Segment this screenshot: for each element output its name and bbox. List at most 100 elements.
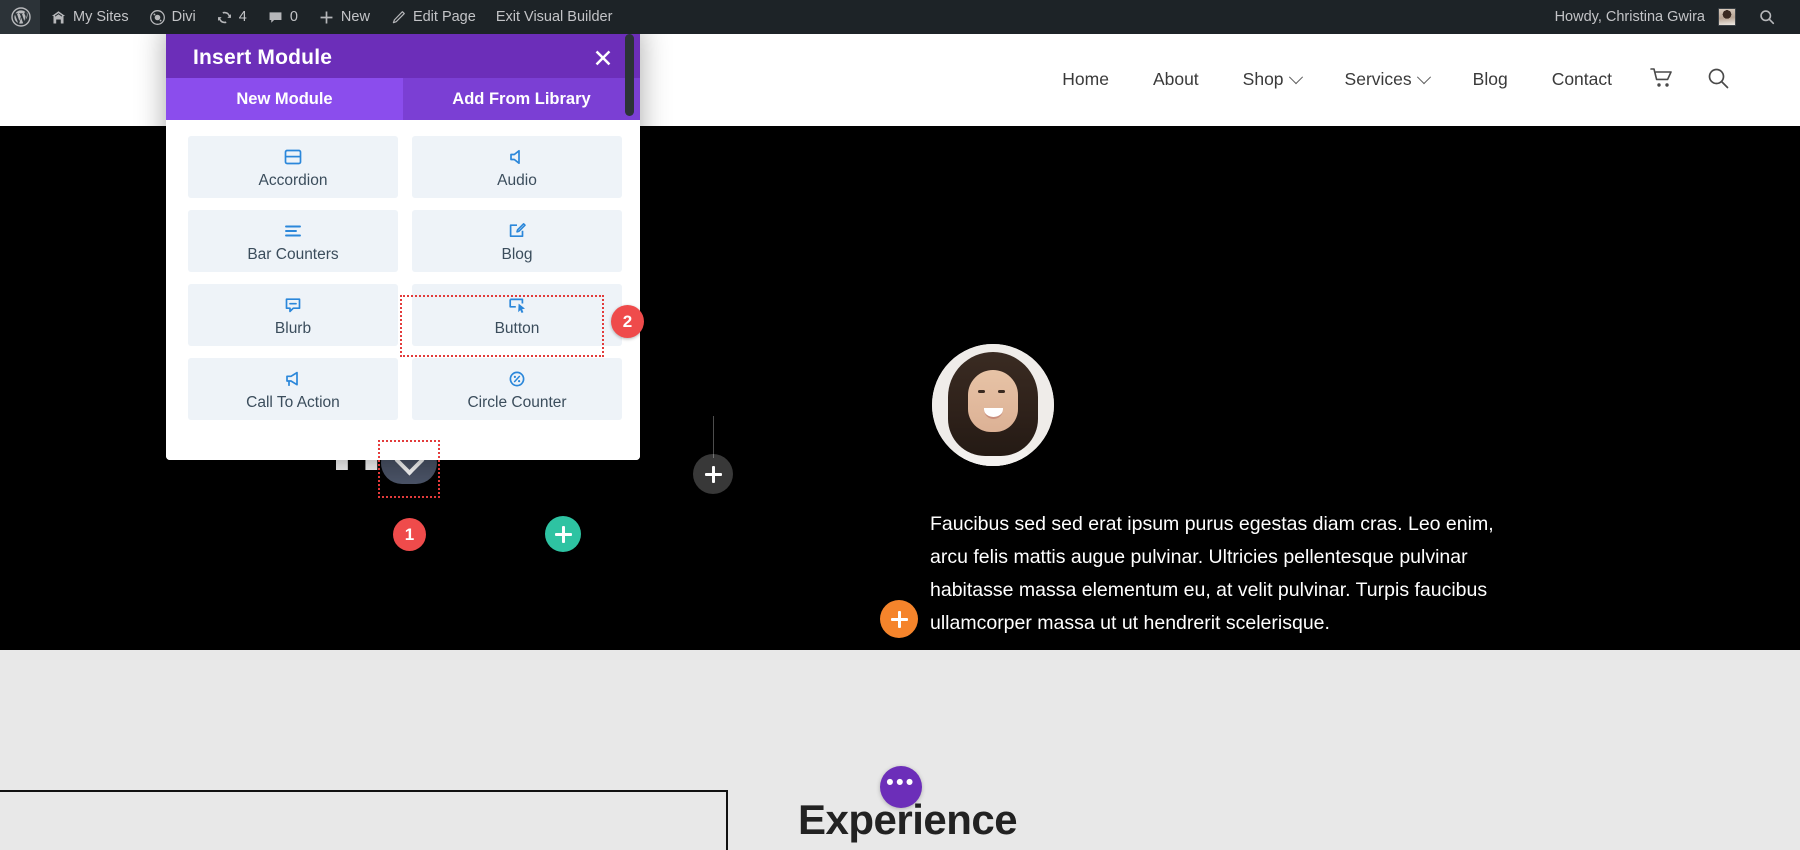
megaphone-icon [283,368,303,390]
nav-label: Services [1344,69,1412,90]
plus-icon [890,610,908,628]
module-card-accordion[interactable]: Accordion [188,136,398,198]
builder-add-module-button[interactable] [693,454,733,494]
nav-item-shop[interactable]: Shop [1221,69,1323,90]
admin-bar-item-edit-page[interactable]: Edit Page [380,0,486,34]
plus-icon [318,9,335,26]
admin-bar-update-count: 4 [238,9,247,25]
hero-portrait-image [932,344,1054,466]
nav-item-about[interactable]: About [1131,71,1221,89]
admin-bar-my-account[interactable]: Howdy, Christina Gwira [1545,0,1746,34]
cart-icon [1650,67,1674,94]
accordion-icon [283,146,303,168]
sites-icon [50,9,67,26]
search-icon [1758,8,1776,26]
nav-item-services[interactable]: Services [1323,69,1451,90]
module-card-bar-counters[interactable]: Bar Counters [188,210,398,272]
insert-module-modal: Insert Module ✕ New Module Add From Libr… [166,20,640,460]
admin-bar-label: Divi [171,9,196,25]
button-icon [507,294,527,316]
modal-scrollbar-thumb[interactable] [625,34,634,116]
step-badge-1: 1 [393,518,426,551]
audio-icon [507,146,527,168]
tab-label: Add From Library [452,89,591,108]
builder-add-section-button[interactable] [880,600,918,638]
builder-page-settings-button[interactable]: ••• [880,766,922,808]
module-card-blog[interactable]: Blog [412,210,622,272]
admin-bar-item-new[interactable]: New [308,0,380,34]
modal-tab-bar: New Module Add From Library [166,78,640,120]
step-badge-2: 2 [611,305,644,338]
circle-counter-icon [507,368,527,390]
wordpress-icon [11,7,31,27]
blurb-icon [283,294,303,316]
module-label: Bar Counters [247,245,339,263]
builder-add-column-button[interactable] [545,516,581,552]
module-card-call-to-action[interactable]: Call To Action [188,358,398,420]
admin-bar-comment-count: 0 [289,9,298,25]
plus-icon [554,525,572,543]
admin-bar-label: New [340,9,370,25]
portrait-face [968,370,1018,432]
admin-bar-item-updates[interactable]: 4 [206,0,257,34]
blog-icon [507,220,527,242]
site-search-button[interactable] [1690,66,1746,95]
search-icon [1706,66,1730,95]
admin-bar-item-my-sites[interactable]: My Sites [40,0,139,34]
divi-icon [149,9,166,26]
nav-item-blog[interactable]: Blog [1451,71,1530,89]
wp-admin-bar: My Sites Divi 4 0 New Edit Page Exit Vis… [0,0,1800,34]
chevron-down-icon [1416,70,1431,85]
admin-bar-label: Exit Visual Builder [495,9,613,25]
updates-icon [216,9,233,26]
modal-body: Accordion Audio Bar Counters Blog Blurb … [166,120,640,460]
admin-bar-search-button[interactable] [1746,0,1790,34]
nav-label: Blog [1472,69,1508,90]
left-outlined-block [0,790,728,850]
admin-bar-right-group: Howdy, Christina Gwira [1545,0,1800,34]
tab-add-from-library[interactable]: Add From Library [403,78,640,120]
wordpress-logo-button[interactable] [0,0,40,34]
tab-new-module[interactable]: New Module [166,78,403,120]
chevron-down-icon [1288,70,1303,85]
module-label: Blurb [274,319,312,337]
admin-bar-item-exit-visual-builder[interactable]: Exit Visual Builder [486,0,623,34]
nav-label: About [1152,69,1199,90]
builder-row-connector-line [713,416,714,458]
cart-button[interactable] [1634,67,1690,94]
nav-label: Home [1062,69,1109,90]
module-label: Call To Action [246,393,340,411]
module-card-blurb[interactable]: Blurb [188,284,398,346]
nav-item-home[interactable]: Home [1040,71,1131,89]
user-avatar [1718,8,1736,26]
admin-bar-left-group: My Sites Divi 4 0 New Edit Page Exit Vis… [0,0,622,34]
tab-label: New Module [236,89,333,108]
plus-icon [704,465,722,483]
module-label: Button [494,319,540,337]
module-card-circle-counter[interactable]: Circle Counter [412,358,622,420]
primary-navigation: Home About Shop Services Blog Contact [1040,66,1746,95]
module-card-audio[interactable]: Audio [412,136,622,198]
hero-paragraph: Faucibus sed sed erat ipsum purus egesta… [930,513,1494,634]
nav-label: Contact [1551,69,1612,90]
admin-bar-label: Edit Page [412,9,476,25]
portrait-eye-left [978,390,985,393]
module-label: Audio [497,171,537,189]
admin-bar-item-divi[interactable]: Divi [139,0,206,34]
howdy-label: Howdy, Christina Gwira [1554,9,1705,25]
module-label: Blog [501,245,533,263]
modal-title: Insert Module [193,46,333,69]
nav-label: Shop [1242,69,1284,90]
admin-bar-label: My Sites [73,9,129,25]
admin-bar-item-comments[interactable]: 0 [257,0,308,34]
close-icon[interactable]: ✕ [590,47,616,73]
modal-scrollbar-track[interactable] [625,134,634,460]
portrait-eye-right [998,390,1005,393]
nav-item-contact[interactable]: Contact [1530,71,1634,89]
bar-counters-icon [283,220,303,242]
module-grid: Accordion Audio Bar Counters Blog Blurb … [188,136,622,420]
comments-icon [267,9,284,26]
module-label: Circle Counter [467,393,567,411]
pencil-icon [390,9,407,26]
module-card-button[interactable]: Button [412,284,622,346]
